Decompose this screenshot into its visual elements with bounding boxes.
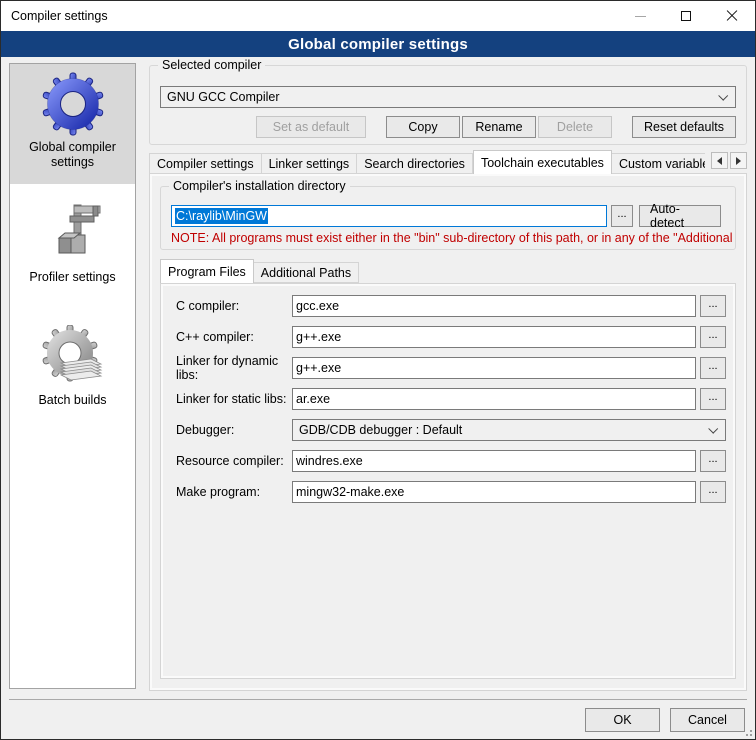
dynamic-linker-input[interactable]: g++.exe (292, 357, 696, 379)
tab-scroll-left-button[interactable] (711, 152, 728, 169)
settings-tab-strip: Compiler settings Linker settings Search… (149, 150, 747, 174)
field-label: Make program: (170, 485, 292, 499)
chevron-down-icon (718, 91, 728, 101)
close-button[interactable] (709, 1, 755, 31)
field-value: gcc.exe (296, 299, 339, 313)
program-files-page: C compiler: gcc.exe ... C++ compiler: g+… (160, 283, 736, 679)
minimize-button (617, 1, 663, 31)
field-label: Resource compiler: (170, 454, 292, 468)
tab-search-directories[interactable]: Search directories (357, 153, 473, 174)
gear-stack-icon (41, 325, 105, 389)
compiler-select[interactable]: GNU GCC Compiler (160, 86, 736, 108)
group-legend: Selected compiler (158, 58, 265, 73)
sidebar-item-label: Global compiler settings (18, 140, 128, 170)
browse-button[interactable]: ... (700, 481, 726, 503)
browse-button[interactable]: ... (700, 326, 726, 348)
field-label: C++ compiler: (170, 330, 292, 344)
browse-button[interactable]: ... (700, 295, 726, 317)
field-value: ar.exe (296, 392, 330, 406)
browse-directory-button[interactable]: ... (611, 205, 633, 227)
toolchain-executables-page: Compiler's installation directory C:\ray… (149, 173, 747, 691)
selected-text: C:\raylib\MinGW (175, 208, 268, 224)
field-label: C compiler: (170, 299, 292, 313)
field-label: Debugger: (170, 423, 292, 437)
compiler-settings-dialog: Compiler settings Global compiler settin… (0, 0, 756, 740)
rename-button[interactable]: Rename (462, 116, 536, 138)
sidebar-item-global-compiler-settings[interactable]: Global compiler settings (10, 64, 135, 184)
form-row: Linker for dynamic libs: g++.exe ... (170, 357, 726, 379)
resource-compiler-input[interactable]: windres.exe (292, 450, 696, 472)
make-program-input[interactable]: mingw32-make.exe (292, 481, 696, 503)
form-row: C++ compiler: g++.exe ... (170, 326, 726, 348)
arrow-left-icon (717, 157, 722, 165)
page-title: Global compiler settings (1, 31, 755, 57)
minimize-icon (635, 16, 646, 17)
resize-grip[interactable] (742, 726, 752, 736)
maximize-button[interactable] (663, 1, 709, 31)
footer-divider (9, 699, 747, 700)
sidebar-item-profiler-settings[interactable]: Profiler settings (10, 194, 135, 285)
gear-blue-icon (41, 72, 105, 136)
form-row: Debugger: GDB/CDB debugger : Default (170, 419, 726, 441)
arrow-right-icon (736, 157, 741, 165)
c-compiler-input[interactable]: gcc.exe (292, 295, 696, 317)
form-row: Make program: mingw32-make.exe ... (170, 481, 726, 503)
sidebar-item-label: Batch builds (18, 393, 128, 408)
selected-compiler-group: Selected compiler GNU GCC Compiler Set a… (149, 65, 747, 145)
browse-button[interactable]: ... (700, 450, 726, 472)
settings-category-list: Global compiler settings Profiler settin… (9, 63, 136, 689)
tab-program-files[interactable]: Program Files (160, 259, 254, 283)
auto-detect-button[interactable]: Auto-detect (639, 205, 721, 227)
field-value: windres.exe (296, 454, 363, 468)
field-value: mingw32-make.exe (296, 485, 404, 499)
close-icon (726, 10, 738, 22)
tab-compiler-settings[interactable]: Compiler settings (149, 153, 262, 174)
ok-button[interactable]: OK (585, 708, 660, 732)
static-linker-input[interactable]: ar.exe (292, 388, 696, 410)
installation-directory-input[interactable]: C:\raylib\MinGW (171, 205, 607, 227)
debugger-select[interactable]: GDB/CDB debugger : Default (292, 419, 726, 441)
tab-additional-paths[interactable]: Additional Paths (254, 262, 359, 283)
maximize-icon (681, 11, 691, 21)
field-value: g++.exe (296, 330, 341, 344)
chevron-down-icon (708, 424, 718, 434)
files-tab-strip: Program Files Additional Paths (160, 260, 359, 283)
tab-toolchain-executables[interactable]: Toolchain executables (473, 150, 612, 174)
sidebar-item-batch-builds[interactable]: Batch builds (10, 317, 135, 408)
form-row: C compiler: gcc.exe ... (170, 295, 726, 317)
compiler-select-value: GNU GCC Compiler (167, 90, 280, 104)
reset-defaults-button[interactable]: Reset defaults (632, 116, 736, 138)
title-bar: Compiler settings (1, 1, 755, 31)
field-value: GDB/CDB debugger : Default (299, 423, 462, 437)
tab-custom-variables[interactable]: Custom variables (612, 153, 705, 174)
field-value: g++.exe (296, 361, 341, 375)
caliper-icon (41, 202, 105, 266)
group-legend: Compiler's installation directory (169, 179, 350, 194)
cpp-compiler-input[interactable]: g++.exe (292, 326, 696, 348)
field-label: Linker for static libs: (170, 392, 292, 406)
field-label: Linker for dynamic libs: (170, 354, 292, 382)
sidebar-item-label: Profiler settings (18, 270, 128, 285)
set-as-default-button: Set as default (256, 116, 366, 138)
browse-button[interactable]: ... (700, 388, 726, 410)
form-row: Resource compiler: windres.exe ... (170, 450, 726, 472)
tab-linker-settings[interactable]: Linker settings (262, 153, 358, 174)
tab-scroll-right-button[interactable] (730, 152, 747, 169)
delete-button: Delete (538, 116, 612, 138)
cancel-button[interactable]: Cancel (670, 708, 745, 732)
installation-directory-group: Compiler's installation directory C:\ray… (160, 186, 736, 250)
form-row: Linker for static libs: ar.exe ... (170, 388, 726, 410)
copy-button[interactable]: Copy (386, 116, 460, 138)
note-text: NOTE: All programs must exist either in … (171, 231, 733, 245)
window-title: Compiler settings (1, 9, 108, 23)
browse-button[interactable]: ... (700, 357, 726, 379)
